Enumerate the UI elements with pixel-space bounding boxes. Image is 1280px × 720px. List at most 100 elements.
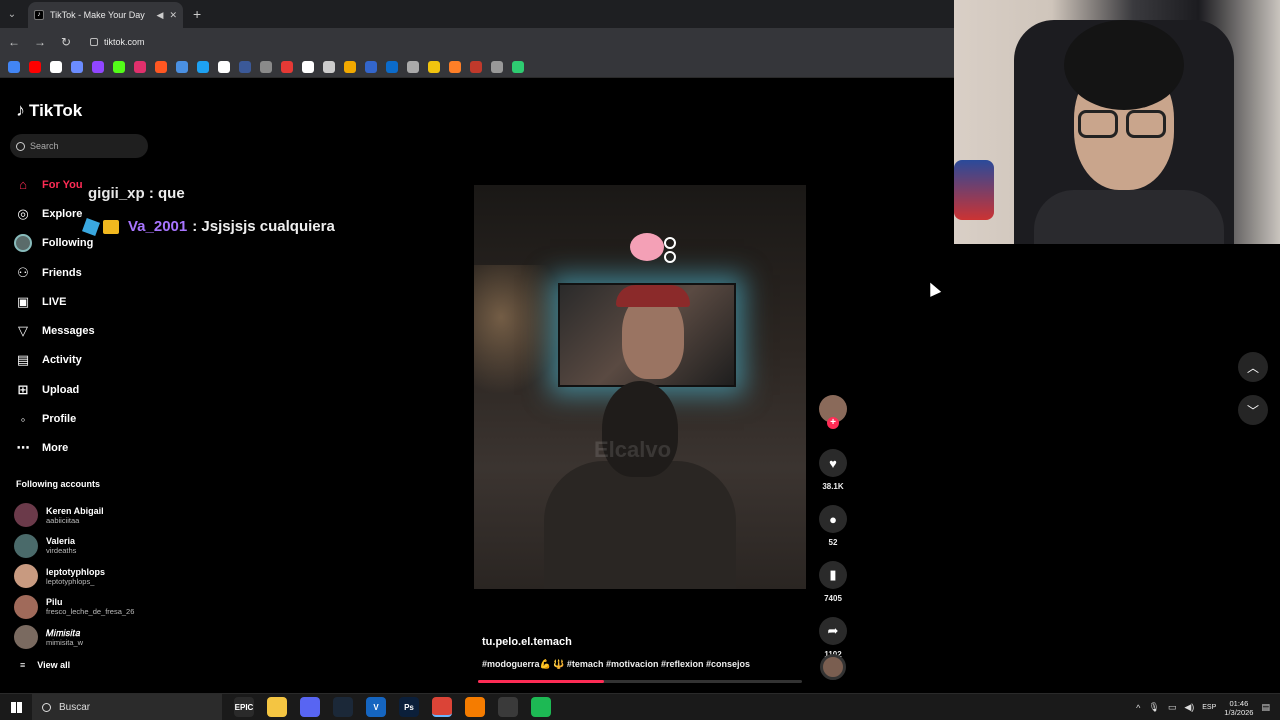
- follow-plus-icon[interactable]: +: [827, 417, 839, 429]
- bookmark-icon[interactable]: [134, 60, 146, 73]
- taskbar-app-chrome[interactable]: [432, 697, 452, 717]
- video-author[interactable]: tu.pelo.el.temach: [482, 636, 572, 648]
- language-indicator[interactable]: ESP: [1202, 704, 1216, 711]
- bookmark-icon[interactable]: [407, 60, 419, 73]
- creator-avatar[interactable]: +: [819, 395, 847, 429]
- clock[interactable]: 01:46 1/3/2026: [1224, 699, 1253, 717]
- sidebar-item-live[interactable]: ▣ LIVE: [14, 287, 95, 316]
- following-account[interactable]: Keren Abigail aabiiciitaa: [14, 500, 134, 531]
- webcam-toy: [954, 160, 994, 220]
- view-all-label: View all: [37, 660, 71, 670]
- taskbar-app-v-app[interactable]: V: [366, 697, 386, 717]
- save-action[interactable]: ▮ 7405: [818, 561, 848, 603]
- chevron-up-icon[interactable]: ︿: [1238, 352, 1268, 382]
- bookmark-icon[interactable]: [239, 60, 251, 73]
- network-icon[interactable]: ▭: [1168, 702, 1177, 713]
- bookmark-icon[interactable]: [176, 60, 188, 73]
- bookmark-icon[interactable]: [50, 60, 62, 73]
- following-account[interactable]: 𝑀𝑖𝑚𝑖𝑠𝑖𝑡𝑎 mimisita_w: [14, 622, 134, 653]
- reload-icon[interactable]: ↻: [60, 35, 72, 49]
- tiktok-logo[interactable]: ♪ TikTok: [16, 100, 82, 121]
- like-action[interactable]: ♥ 38.1K: [818, 449, 848, 491]
- sidebar-item-messages[interactable]: ▽ Messages: [14, 316, 95, 345]
- comment-action[interactable]: ● 52: [818, 505, 848, 547]
- close-icon[interactable]: ✕: [169, 10, 177, 21]
- start-button[interactable]: [0, 694, 32, 720]
- bookmark-icon[interactable]: [470, 60, 482, 73]
- following-account[interactable]: Pilu fresco_leche_de_fresa_26: [14, 592, 134, 623]
- view-all-link[interactable]: ≡ View all: [20, 660, 70, 670]
- bookmark-icon[interactable]: [71, 60, 83, 73]
- bookmark-icon[interactable]: [281, 60, 293, 73]
- back-icon[interactable]: ←: [8, 35, 20, 49]
- taskbar-apps: EPIC V Ps: [234, 697, 551, 717]
- bookmark-icon[interactable]: [428, 60, 440, 73]
- account-name: Keren Abigail: [46, 505, 104, 516]
- video-progress-bar[interactable]: [478, 680, 802, 683]
- taskbar-app-fl-studio[interactable]: [465, 697, 485, 717]
- bookmark-icon[interactable]: [449, 60, 461, 73]
- taskbar-app-files[interactable]: [267, 697, 287, 717]
- music-disc-icon[interactable]: [820, 654, 846, 680]
- sidebar-item-explore[interactable]: ◎ Explore: [14, 199, 95, 228]
- speaker-icon[interactable]: ◀: [157, 10, 164, 21]
- account-avatar: [14, 503, 38, 528]
- comment-icon[interactable]: ●: [819, 505, 847, 533]
- browser-tab[interactable]: ♪ TikTok - Make Your Day ◀ ✕: [28, 2, 183, 28]
- bookmark-icon[interactable]: [512, 60, 524, 73]
- speaker-icon[interactable]: ◀): [1184, 702, 1194, 713]
- apps-grid-icon[interactable]: [8, 60, 20, 73]
- notifications-icon[interactable]: ▤: [1261, 702, 1270, 713]
- microphone-icon[interactable]: 🎙: [1148, 702, 1159, 713]
- url-field[interactable]: tiktok.com: [90, 37, 145, 47]
- sidebar-item-more[interactable]: ⋯ More: [14, 434, 95, 463]
- taskbar-search[interactable]: Buscar: [32, 693, 222, 720]
- site-info-icon[interactable]: [90, 38, 98, 46]
- bookmark-icon[interactable]: [365, 60, 377, 73]
- bookmark-icon[interactable]: [113, 60, 125, 73]
- sidebar-item-following[interactable]: Following: [14, 229, 95, 258]
- bookmark-icon[interactable]: [197, 60, 209, 73]
- following-account[interactable]: Valeria virdeaths: [14, 531, 134, 562]
- chevron-up-icon[interactable]: ^: [1136, 703, 1140, 713]
- sidebar-item-for-you[interactable]: ⌂ For You: [14, 170, 95, 199]
- taskbar-app-obs[interactable]: [498, 697, 518, 717]
- video-player[interactable]: Elcalvo: [474, 185, 806, 589]
- account-info: Pilu fresco_leche_de_fresa_26: [46, 597, 134, 616]
- following-account[interactable]: leptotyphlops leptotyphlops_: [14, 561, 134, 592]
- sidebar-item-label: Messages: [42, 325, 95, 338]
- forward-icon[interactable]: →: [34, 35, 46, 49]
- taskbar-app-steam[interactable]: [333, 697, 353, 717]
- bookmark-icon[interactable]: [218, 60, 230, 73]
- bookmark-icon[interactable]: ▮: [819, 561, 847, 589]
- bookmark-icon[interactable]: [260, 60, 272, 73]
- bookmark-icon[interactable]: [155, 60, 167, 73]
- bookmark-icon[interactable]: [386, 60, 398, 73]
- compass-icon: ◎: [17, 205, 29, 221]
- heart-icon[interactable]: ♥: [819, 449, 847, 477]
- sidebar-item-friends[interactable]: ⚇ Friends: [14, 258, 95, 287]
- taskbar-app-photoshop[interactable]: Ps: [399, 697, 419, 717]
- bookmark-icon[interactable]: [29, 60, 41, 73]
- taskbar-app-spotify[interactable]: [531, 697, 551, 717]
- share-icon[interactable]: ➦: [819, 617, 847, 645]
- address-bar: ← → ↻ tiktok.com: [0, 28, 955, 56]
- bookmark-icon[interactable]: [323, 60, 335, 73]
- bookmark-icon[interactable]: [491, 60, 503, 73]
- search-input[interactable]: Search: [10, 134, 148, 158]
- sidebar-item-profile[interactable]: ◦ Profile: [14, 404, 95, 433]
- taskbar-app-epic[interactable]: EPIC: [234, 697, 254, 717]
- bookmarks-bar: [0, 56, 955, 78]
- chat-text: : Jsjsjsjs cualquiera: [192, 218, 335, 235]
- bookmark-icon[interactable]: [302, 60, 314, 73]
- chevron-down-icon[interactable]: ﹀: [1238, 395, 1268, 425]
- new-tab-icon[interactable]: +: [193, 6, 201, 22]
- share-action[interactable]: ➦ 1102: [818, 617, 848, 659]
- bookmark-icon[interactable]: [92, 60, 104, 73]
- bookmark-icon[interactable]: [344, 60, 356, 73]
- sidebar-item-upload[interactable]: ⊞ Upload: [14, 375, 95, 404]
- video-hashtags[interactable]: #modoguerra💪 🔱 #temach #motivacion #refl…: [482, 659, 750, 670]
- tab-search-chevron-icon[interactable]: ⌄: [0, 0, 24, 28]
- sidebar-item-activity[interactable]: ▤ Activity: [14, 346, 95, 375]
- taskbar-app-discord[interactable]: [300, 697, 320, 717]
